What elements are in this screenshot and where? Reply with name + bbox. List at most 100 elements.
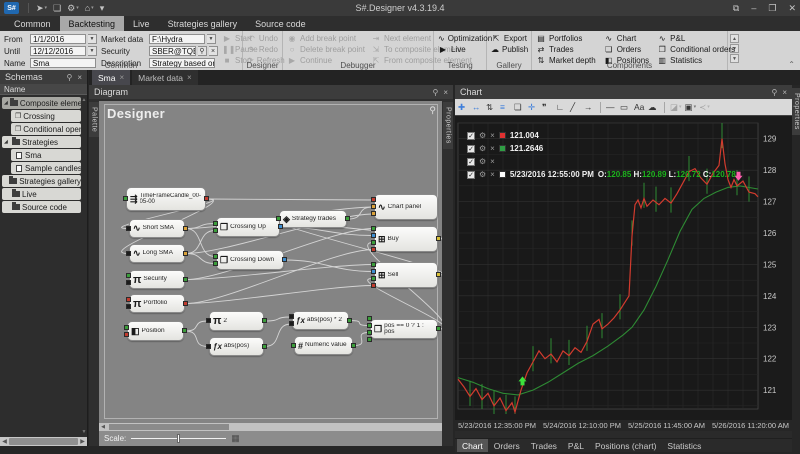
diagram-block-strategy_trades[interactable]: ◈Strategy trades (279, 210, 347, 228)
close-icon[interactable]: × (77, 73, 82, 82)
visibility-checkbox[interactable]: ✓ (467, 171, 475, 179)
from-input[interactable]: 1/1/2016 (30, 34, 86, 44)
market-data-input[interactable]: F:\Hydra (149, 34, 205, 44)
diagram-canvas[interactable]: Designer ⚲ ⇶TimeFrameCandle_00-05-00∿Sho… (99, 101, 442, 423)
crosshair-icon[interactable]: ✛ (528, 102, 539, 113)
input-port-green[interactable] (213, 254, 218, 259)
pin-icon[interactable]: ⚲ (432, 88, 438, 97)
scroll-thumb[interactable] (9, 438, 78, 445)
tree-item-live[interactable]: Live (2, 188, 81, 200)
input-port-red[interactable] (124, 332, 129, 337)
output-port-green[interactable] (351, 343, 356, 348)
diagram-block-tfc[interactable]: ⇶TimeFrameCandle_00-05-00 (126, 187, 206, 211)
chevron-down-icon[interactable]: ▼ (207, 34, 216, 44)
input-port-blue[interactable] (371, 269, 376, 274)
diagram-block-pos_expr[interactable]: ❐pos == 0 ? 1 : pos (370, 319, 438, 339)
diagram-block-buy[interactable]: ⊞Buy (374, 226, 438, 252)
diagram-block-portfolio[interactable]: πPortfolio (129, 294, 185, 313)
chart-tab-orders[interactable]: Orders (489, 439, 525, 452)
conditional-orders-icon[interactable]: ❐Conditional orders (657, 44, 735, 55)
chart-tab-pl[interactable]: P&L (563, 439, 589, 452)
input-port-green[interactable] (213, 221, 218, 226)
chart-tab-chart[interactable]: Chart (457, 439, 488, 452)
diagram-block-numeric_value[interactable]: #Numeric value (294, 336, 353, 355)
diagram-block-pi2[interactable]: π2 (209, 311, 264, 331)
input-port-green[interactable] (371, 276, 376, 281)
security-input[interactable]: SBER@TQBR (149, 46, 196, 56)
diagram-block-cross_up[interactable]: ❐Crossing Up (216, 217, 280, 237)
input-port-orange[interactable] (371, 204, 376, 209)
sort-icon[interactable]: ⇅ (486, 102, 497, 113)
diagram-properties-tab[interactable]: Properties (443, 102, 453, 149)
diagram-block-chart_panel[interactable]: ∿Chart panel (374, 194, 438, 220)
customize-toolbar-icon[interactable]: ▾ (100, 3, 105, 14)
input-port-black[interactable] (126, 251, 131, 256)
input-port-black[interactable] (289, 321, 294, 326)
chevron-down-icon[interactable]: ▾ (707, 104, 710, 110)
publish-icon[interactable]: ☁Publish (491, 44, 527, 55)
scroll-thumb[interactable] (109, 424, 229, 430)
pnl-icon[interactable]: ∿P&L (657, 33, 735, 44)
zoom-extents-icon[interactable]: ↔ (472, 102, 483, 112)
input-port-green[interactable] (276, 216, 281, 221)
output-port-green[interactable] (262, 318, 267, 323)
close-icon[interactable]: × (490, 170, 495, 179)
live-icon[interactable]: ▶Live (438, 44, 482, 55)
schemas-column-header[interactable]: Name (0, 84, 87, 95)
until-input[interactable]: 12/12/2016 (30, 46, 86, 56)
close-icon[interactable]: × (490, 131, 495, 140)
tree-item-strategies-gallery[interactable]: Strategies gallery (2, 175, 81, 187)
text-tool-icon[interactable]: Aa (634, 102, 645, 112)
close-icon[interactable]: × (187, 73, 192, 82)
chart-tab-statistics[interactable]: Statistics (662, 439, 706, 452)
schemas-hscrollbar[interactable]: ◀ ▶ (0, 437, 87, 446)
input-port-red[interactable] (371, 283, 376, 288)
trades-icon[interactable]: ⇄Trades (536, 44, 596, 55)
expander-icon[interactable]: ◢ (4, 139, 10, 145)
pin-icon[interactable]: ⚲ (771, 88, 777, 97)
output-port-green[interactable] (345, 216, 350, 221)
close-icon[interactable]: × (443, 88, 448, 97)
scroll-left-icon[interactable]: ◀ (99, 424, 107, 430)
gear-icon[interactable]: ⚙▾ (67, 3, 79, 14)
input-port-black[interactable] (126, 280, 131, 285)
chevron-down-icon[interactable]: ▼ (88, 46, 97, 56)
tree-item-sma[interactable]: Sma (11, 149, 81, 161)
doc-tab-market-data[interactable]: Market data× (132, 70, 198, 85)
input-port-black[interactable] (206, 344, 211, 349)
rect-tool-icon[interactable]: ▭ (620, 102, 631, 113)
input-port-green[interactable] (367, 330, 372, 335)
output-port-yellow[interactable] (436, 236, 441, 241)
orders-icon[interactable]: ❏Orders (604, 44, 649, 55)
chevron-down-icon[interactable]: ▼ (88, 34, 97, 44)
output-port-red[interactable] (204, 196, 209, 201)
axes-icon[interactable]: ∟ (556, 102, 567, 112)
input-port-green[interactable] (123, 196, 128, 201)
optimization-icon[interactable]: ∿Optimization (438, 33, 482, 44)
input-port-green[interactable] (291, 343, 296, 348)
input-port-green[interactable] (213, 261, 218, 266)
save-icon[interactable]: ❏ (53, 3, 61, 14)
output-port-orange[interactable] (183, 226, 188, 231)
scale-slider[interactable] (131, 438, 226, 439)
diagram-block-long_sma[interactable]: ∿Long SMA (129, 244, 185, 263)
input-port-green[interactable] (371, 262, 376, 267)
ribbon-tab-backtesting[interactable]: Backtesting (60, 16, 125, 31)
input-port-blue[interactable] (371, 233, 376, 238)
gear-icon[interactable]: ⚙ (479, 170, 486, 179)
diagram-block-fx_abs2[interactable]: ƒxabs(pos) * 2 (292, 311, 349, 330)
pan-icon[interactable]: ✚ (458, 102, 469, 113)
input-port-black[interactable] (126, 226, 131, 231)
close-icon[interactable]: × (490, 144, 495, 153)
output-port-yellow[interactable] (436, 272, 441, 277)
output-port-red[interactable] (183, 301, 188, 306)
input-port-red[interactable] (126, 297, 131, 302)
visibility-checkbox[interactable]: ✓ (467, 158, 475, 166)
cloud-tool-icon[interactable]: ☁ (648, 102, 659, 113)
diagram-hscrollbar[interactable]: ◀ (99, 423, 442, 431)
chart-plot-area[interactable]: 129128127126125124123122121 ✓⚙×121.004✓⚙… (455, 115, 792, 420)
input-port-red[interactable] (371, 247, 376, 252)
tree-item-crossing[interactable]: ❐Crossing (11, 110, 81, 122)
properties-tab[interactable]: Properties (792, 88, 800, 135)
input-port-black[interactable] (206, 318, 211, 323)
